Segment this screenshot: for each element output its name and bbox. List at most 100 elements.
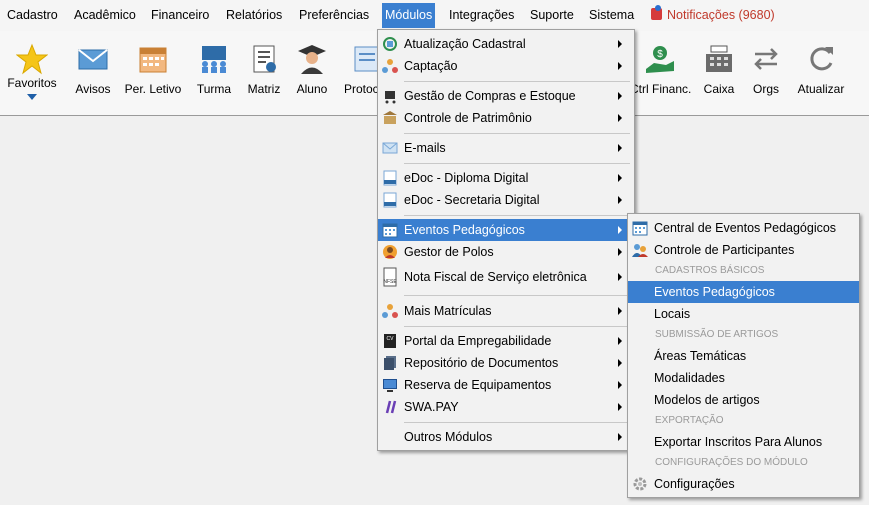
menu-preferencias[interactable]: Preferências: [299, 3, 369, 28]
menu-item-mais-matriculas[interactable]: Mais Matrículas: [378, 300, 634, 322]
menu-sistema[interactable]: Sistema: [589, 3, 634, 28]
menu-item-atualizacao-cadastral[interactable]: Atualização Cadastral: [378, 33, 634, 55]
menu-academico[interactable]: Acadêmico: [74, 3, 136, 28]
menu-separator: [404, 163, 630, 164]
toolbar-favoritos-button[interactable]: Favoritos: [2, 31, 62, 111]
submenu-arrow-icon: [618, 381, 622, 389]
toolbar-protocolo-label: Protoc: [344, 82, 378, 96]
toolbar-turma-label: Turma: [196, 82, 232, 96]
submenu-arrow-icon: [618, 62, 622, 70]
svg-text:$: $: [657, 49, 663, 60]
toolbar-avisos-button[interactable]: Avisos: [68, 31, 118, 111]
submenu-item-controle-participantes[interactable]: Controle de Participantes: [628, 239, 859, 261]
classroom-icon: [202, 46, 226, 73]
protocol-icon: [354, 46, 378, 72]
submenu-arrow-icon: [618, 144, 622, 152]
menu-item-emails[interactable]: E-mails: [378, 137, 634, 159]
menu-item-gestor-polos[interactable]: Gestor de Polos: [378, 241, 634, 263]
menu-item-outros-modulos[interactable]: Outros Módulos: [378, 426, 634, 448]
menu-item-portal-empregabilidade[interactable]: CV Portal da Empregabilidade: [378, 330, 634, 352]
submenu-arrow-icon: [618, 92, 622, 100]
toolbar-per-letivo-button[interactable]: Per. Letivo: [121, 31, 185, 111]
edoc-icon: [383, 192, 397, 208]
menu-item-nfse[interactable]: NFSE Nota Fiscal de Serviço eletrônica: [378, 263, 634, 291]
submenu-header-cadastros-basicos: CADASTROS BÁSICOS: [655, 265, 765, 276]
menu-separator: [404, 326, 630, 327]
submenu-item-areas-tematicas[interactable]: Áreas Temáticas: [628, 345, 859, 367]
menu-item-edoc-diploma[interactable]: eDoc - Diploma Digital: [378, 167, 634, 189]
menubar: Cadastro Acadêmico Financeiro Relatórios…: [0, 0, 869, 31]
swap-arrows-icon: [754, 48, 778, 70]
menu-item-captacao[interactable]: Captação: [378, 55, 634, 77]
submenu-arrow-icon: [618, 40, 622, 48]
submenu-header-submissao-artigos: SUBMISSÃO DE ARTIGOS: [655, 329, 779, 340]
nfse-icon: NFSE: [383, 267, 397, 287]
notifications-label: Notificações (9680): [667, 8, 775, 22]
menu-separator: [404, 81, 630, 82]
notifications-link[interactable]: Notificações (9680): [651, 3, 775, 28]
toolbar-caixa-button[interactable]: Caixa: [698, 31, 740, 111]
envelope-icon: [78, 49, 108, 70]
toolbar-orgs-label: Orgs: [752, 82, 779, 96]
menu-relatorios[interactable]: Relatórios: [226, 3, 282, 28]
menu-financeiro[interactable]: Financeiro: [151, 3, 209, 28]
menu-item-eventos-pedagogicos[interactable]: Eventos Pedagógicos: [378, 219, 634, 241]
toolbar-avisos-label: Avisos: [75, 82, 111, 96]
menu-item-controle-patrimonio[interactable]: Controle de Patrimônio: [378, 107, 634, 129]
student-icon: [298, 45, 326, 74]
submenu-arrow-icon: [618, 248, 622, 256]
toolbar-aluno-button[interactable]: Aluno: [290, 31, 334, 111]
submenu-item-eventos-pedagogicos[interactable]: Eventos Pedagógicos: [628, 281, 859, 303]
menu-separator: [404, 133, 630, 134]
modulos-menu: Atualização Cadastral Captação Gestão de…: [377, 29, 635, 451]
shopping-cart-icon: [385, 91, 396, 104]
submenu-arrow-icon: [618, 226, 622, 234]
toolbar-orgs-button[interactable]: Orgs: [746, 31, 786, 111]
money-hand-icon: $: [646, 46, 674, 73]
submenu-item-central-eventos[interactable]: Central de Eventos Pedagógicos: [628, 217, 859, 239]
people-network-icon: [382, 304, 398, 318]
menu-item-reserva-equipamentos[interactable]: Reserva de Equipamentos: [378, 374, 634, 396]
menu-suporte[interactable]: Suporte: [530, 3, 574, 28]
submenu-item-modalidades[interactable]: Modalidades: [628, 367, 859, 389]
building-icon: [383, 111, 397, 124]
submenu-item-locais[interactable]: Locais: [628, 303, 859, 325]
svg-text:NFSE: NFSE: [383, 279, 397, 285]
submenu-arrow-icon: [618, 403, 622, 411]
submenu-arrow-icon: [618, 359, 622, 367]
menu-item-edoc-secretaria[interactable]: eDoc - Secretaria Digital: [378, 189, 634, 211]
toolbar-matriz-label: Matriz: [247, 82, 281, 96]
star-icon: [16, 43, 48, 75]
toolbar-aluno-label: Aluno: [296, 82, 328, 96]
documents-icon: [384, 356, 396, 370]
submenu-arrow-icon: [618, 114, 622, 122]
toolbar-ctrl-financ-button[interactable]: $ Ctrl Financ.: [628, 31, 692, 111]
calendar-icon: [382, 223, 398, 238]
dropdown-caret-icon: [27, 94, 37, 100]
menu-item-repositorio-documentos[interactable]: Repositório de Documentos: [378, 352, 634, 374]
menu-modulos[interactable]: Módulos: [382, 3, 436, 28]
toolbar-atualizar-button[interactable]: Atualizar: [792, 31, 850, 111]
menu-item-gestao-compras[interactable]: Gestão de Compras e Estoque: [378, 85, 634, 107]
menu-integracoes[interactable]: Integrações: [449, 3, 514, 28]
toolbar-protocolo-button[interactable]: Protoc: [340, 31, 378, 111]
toolbar-turma-button[interactable]: Turma: [190, 31, 238, 111]
submenu-arrow-icon: [618, 337, 622, 345]
submenu-arrow-icon: [618, 433, 622, 441]
menu-item-swapay[interactable]: SWA.PAY: [378, 396, 634, 418]
toolbar-per-letivo-label: Per. Letivo: [124, 82, 182, 96]
refresh-icon: [810, 47, 833, 71]
submenu-item-configuracoes[interactable]: Configurações: [628, 473, 859, 495]
submenu-header-exportacao: EXPORTAÇÃO: [655, 415, 724, 426]
menu-separator: [404, 422, 630, 423]
menu-cadastro[interactable]: Cadastro: [7, 3, 58, 28]
toolbar-matriz-button[interactable]: Matriz: [242, 31, 286, 111]
gear-icon: [633, 477, 647, 491]
submenu-arrow-icon: [618, 196, 622, 204]
submenu-arrow-icon: [618, 307, 622, 315]
swapay-icon: [385, 400, 397, 414]
notification-icon: [651, 5, 662, 20]
toolbar-favoritos-label: Favoritos: [7, 76, 57, 90]
submenu-item-modelos-artigos[interactable]: Modelos de artigos: [628, 389, 859, 411]
submenu-item-exportar-inscritos[interactable]: Exportar Inscritos Para Alunos: [628, 431, 859, 453]
